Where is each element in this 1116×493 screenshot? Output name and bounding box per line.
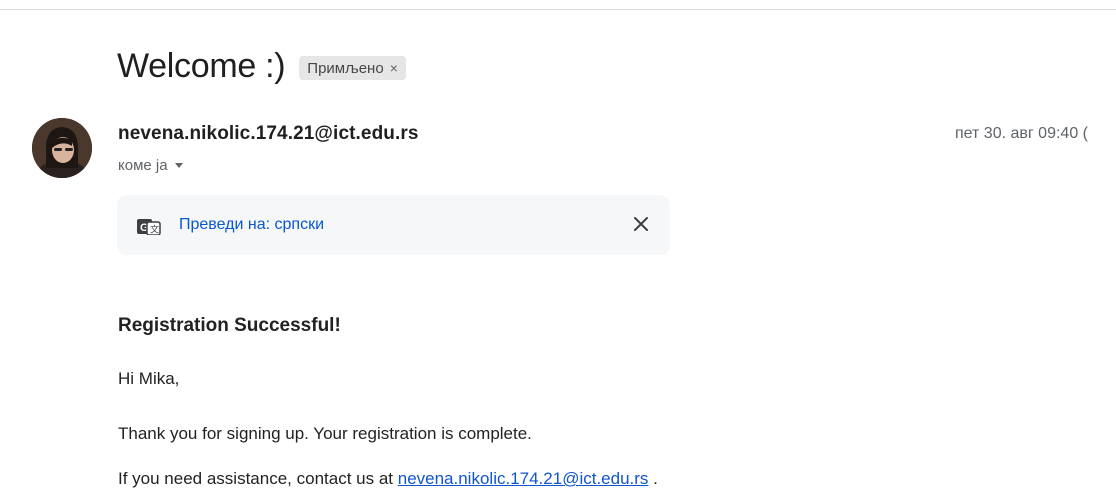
email-date: пет 30. авг 09:40 ( bbox=[955, 125, 1088, 142]
subject-row: Welcome :) Примљено × bbox=[117, 46, 406, 86]
translate-to-serbian-link[interactable]: Преведи на: српски bbox=[179, 216, 324, 234]
email-body-assistance: If you need assistance, contact us at ne… bbox=[118, 469, 658, 489]
svg-text:文: 文 bbox=[150, 224, 159, 235]
email-body-thanks: Thank you for signing up. Your registrat… bbox=[118, 424, 532, 443]
sender-email[interactable]: nevena.nikolic.174.21@ict.edu.rs bbox=[118, 123, 419, 145]
email-body-heading: Registration Successful! bbox=[118, 315, 341, 336]
google-translate-icon: G 文 bbox=[137, 219, 161, 240]
recipient-label: коме ја bbox=[118, 157, 168, 174]
recipient-details-toggle[interactable]: коме ја bbox=[118, 157, 183, 174]
inbox-label-chip[interactable]: Примљено × bbox=[299, 56, 406, 80]
assistance-period: . bbox=[653, 469, 658, 488]
email-body-greeting: Hi Mika, bbox=[118, 369, 180, 388]
email-subject: Welcome :) bbox=[117, 47, 286, 85]
chevron-down-icon bbox=[174, 163, 183, 168]
assistance-text: If you need assistance, contact us at bbox=[118, 469, 393, 488]
support-email-link[interactable]: nevena.nikolic.174.21@ict.edu.rs bbox=[398, 469, 649, 488]
inbox-label-text: Примљено bbox=[307, 59, 384, 77]
translate-bar: G 文 Преведи на: српски bbox=[117, 195, 670, 255]
close-icon[interactable] bbox=[630, 213, 652, 235]
sender-avatar[interactable] bbox=[32, 118, 92, 178]
remove-label-icon[interactable]: × bbox=[390, 60, 398, 76]
top-divider bbox=[0, 9, 1116, 10]
